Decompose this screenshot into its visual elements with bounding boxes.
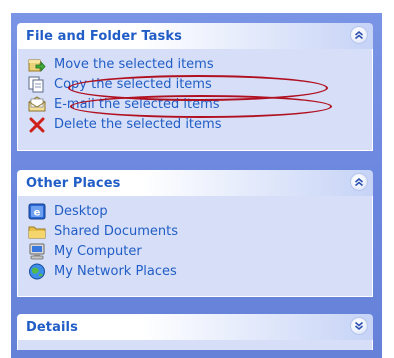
place-desktop[interactable]: e Desktop <box>18 201 372 221</box>
folder-icon <box>28 223 46 240</box>
file-folder-tasks-body: Move the selected items Copy the selecte… <box>17 49 373 151</box>
file-folder-tasks-panel: File and Folder Tasks Move the selected … <box>17 23 373 151</box>
task-delete-label: Delete the selected items <box>54 116 222 132</box>
place-shared-documents-label: Shared Documents <box>54 223 179 239</box>
place-desktop-label: Desktop <box>54 203 108 219</box>
svg-text:e: e <box>34 207 41 218</box>
file-folder-tasks-header[interactable]: File and Folder Tasks <box>17 23 373 49</box>
other-places-header[interactable]: Other Places <box>17 170 373 196</box>
expand-down-icon[interactable] <box>350 317 368 335</box>
task-delete[interactable]: Delete the selected items <box>18 114 372 134</box>
email-icon <box>28 95 46 113</box>
desktop-icon: e <box>28 203 46 220</box>
move-icon <box>28 56 46 73</box>
details-header[interactable]: Details <box>17 314 373 340</box>
file-folder-tasks-title: File and Folder Tasks <box>26 29 182 44</box>
task-copy[interactable]: Copy the selected items <box>18 74 372 94</box>
other-places-panel: Other Places e Desktop Shared Documents … <box>17 170 373 297</box>
place-my-computer[interactable]: My Computer <box>18 241 372 261</box>
task-move[interactable]: Move the selected items <box>18 54 372 74</box>
other-places-title: Other Places <box>26 176 121 191</box>
delete-icon <box>28 116 46 133</box>
copy-icon <box>28 76 46 93</box>
task-email[interactable]: E-mail the selected items <box>18 94 372 114</box>
place-my-computer-label: My Computer <box>54 243 142 259</box>
details-title: Details <box>26 320 78 335</box>
details-panel: Details <box>17 314 373 350</box>
place-my-network-places-label: My Network Places <box>54 263 177 279</box>
task-email-label: E-mail the selected items <box>54 96 220 112</box>
collapse-up-icon[interactable] <box>350 173 368 191</box>
task-move-label: Move the selected items <box>54 56 214 72</box>
collapse-up-icon[interactable] <box>350 26 368 44</box>
place-my-network-places[interactable]: My Network Places <box>18 261 372 281</box>
task-copy-label: Copy the selected items <box>54 76 212 92</box>
computer-icon <box>28 243 46 260</box>
network-icon <box>28 263 46 280</box>
details-body <box>17 340 373 350</box>
other-places-body: e Desktop Shared Documents My Computer M… <box>17 196 373 297</box>
place-shared-documents[interactable]: Shared Documents <box>18 221 372 241</box>
